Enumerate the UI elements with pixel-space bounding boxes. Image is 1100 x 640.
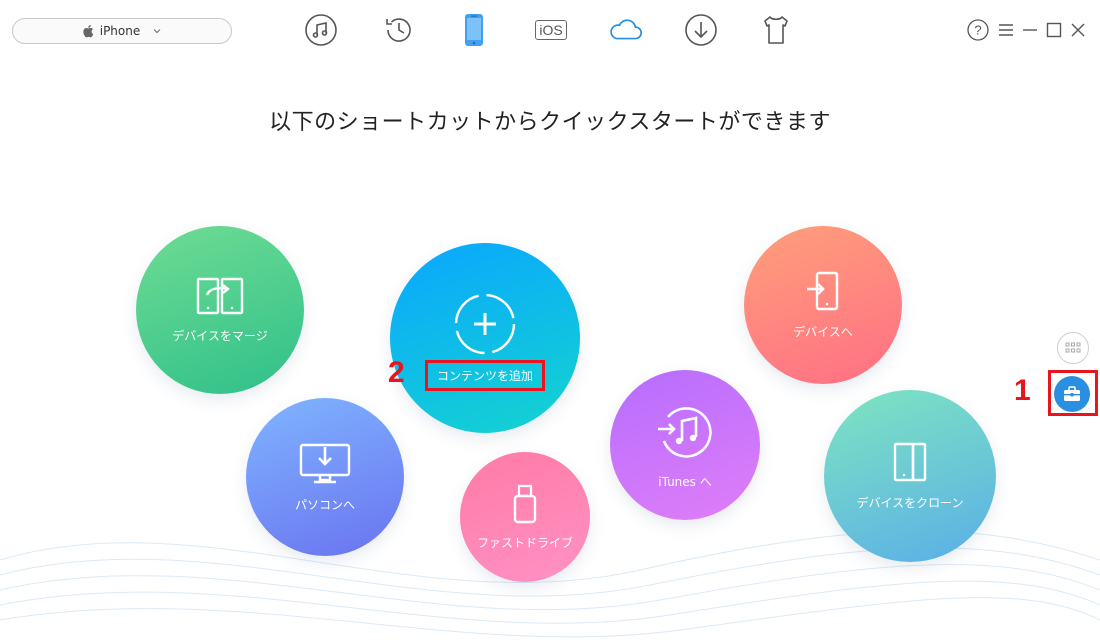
- step-1-annotation: 1: [1014, 374, 1031, 407]
- to-device-icon: [807, 271, 839, 310]
- download-icon[interactable]: [683, 12, 719, 48]
- top-toolbar: iPhone iOS ?: [0, 0, 1100, 60]
- merge-devices-icon: [196, 277, 244, 314]
- step-2-annotation: 2: [388, 356, 405, 389]
- add-icon: [454, 293, 516, 355]
- close-icon[interactable]: [1066, 18, 1090, 42]
- chevron-down-icon: [153, 29, 161, 34]
- toolkit-highlight-box: [1048, 370, 1098, 416]
- maximize-icon[interactable]: [1042, 18, 1066, 42]
- device-name: iPhone: [99, 24, 141, 38]
- history-icon[interactable]: [381, 12, 417, 48]
- add-content-label-highlight[interactable]: コンテンツを追加: [425, 360, 545, 391]
- clone-device-icon: [893, 442, 927, 481]
- ios-label: iOS: [535, 20, 567, 40]
- flash-drive-button[interactable]: ファストドライブ: [460, 452, 590, 582]
- icloud-icon[interactable]: [606, 12, 646, 48]
- merge-devices-label: デバイスをマージ: [172, 328, 268, 343]
- grid-view-button[interactable]: [1057, 332, 1089, 364]
- apple-icon: [83, 25, 93, 38]
- merge-devices-button[interactable]: デバイスをマージ: [136, 226, 304, 394]
- computer-icon: [299, 443, 351, 483]
- flash-drive-label: ファストドライブ: [476, 535, 573, 550]
- to-ios-icon[interactable]: iOS: [531, 12, 571, 48]
- to-itunes-label: iTunes へ: [658, 474, 712, 489]
- grid-icon: [1065, 342, 1081, 353]
- music-icon[interactable]: [303, 12, 339, 48]
- device-selector[interactable]: iPhone: [12, 18, 232, 44]
- usb-drive-icon: [513, 484, 537, 523]
- iphone-device-icon[interactable]: [456, 12, 492, 48]
- to-device-button[interactable]: デバイスへ: [744, 226, 902, 384]
- svg-text:?: ?: [974, 23, 981, 38]
- add-content-button[interactable]: [390, 243, 580, 433]
- to-pc-button[interactable]: パソコンへ: [246, 398, 404, 556]
- help-icon[interactable]: ?: [966, 18, 990, 42]
- itunes-icon: [658, 406, 712, 458]
- clone-device-button[interactable]: デバイスをクローン: [824, 390, 996, 562]
- page-headline: 以下のショートカットからクイックスタートができます: [269, 110, 831, 135]
- menu-icon[interactable]: [994, 18, 1018, 42]
- add-content-label: コンテンツを追加: [436, 369, 533, 383]
- to-pc-label: パソコンへ: [294, 497, 355, 512]
- clone-device-label: デバイスをクローン: [856, 495, 964, 510]
- tshirt-icon[interactable]: [758, 12, 794, 48]
- to-device-label: デバイスへ: [793, 324, 853, 339]
- to-itunes-button[interactable]: iTunes へ: [610, 370, 760, 520]
- minimize-icon[interactable]: [1018, 18, 1042, 42]
